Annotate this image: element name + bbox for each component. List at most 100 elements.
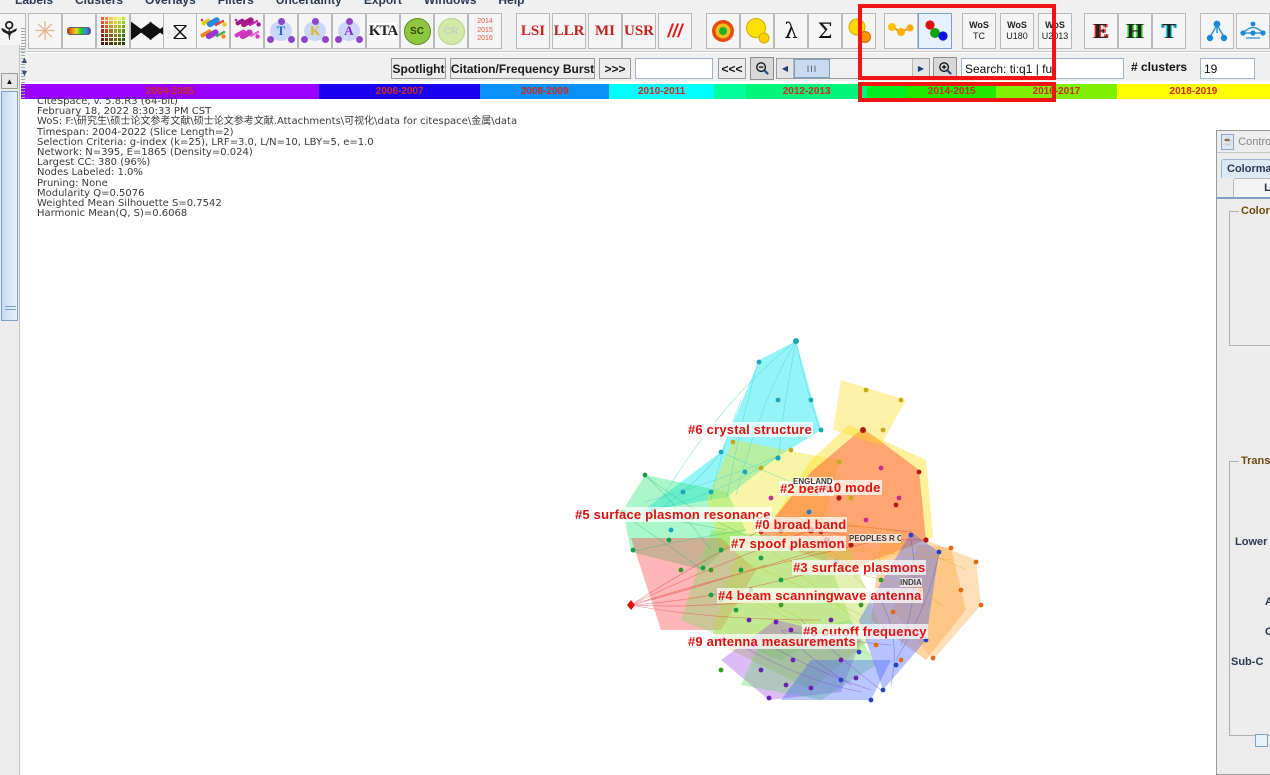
menu-item-windows[interactable]: Windows [413,0,488,8]
timeline-band-label: 2018-2019 [1169,86,1218,97]
spotlight-button[interactable]: Spotlight [391,58,446,79]
left-scrollbar-column[interactable]: ▲ [0,45,20,775]
zoom-out-glyph [755,62,769,75]
timeline-scrollbar[interactable]: ◀ III ▶ [776,58,930,79]
slashes-icon[interactable]: /// [658,13,692,49]
cr-icon[interactable]: CR [434,13,468,49]
scroll-left-arrow[interactable]: ◀ [777,59,794,78]
timeline-band-gap-6[interactable] [867,84,908,99]
pane-collapse-down-icon[interactable]: ▼ [20,68,29,78]
dialog-titlebar[interactable]: ☕ Control Panel [1217,131,1270,153]
forward-button[interactable]: >>> [599,58,631,79]
clusters-count-input[interactable]: 19 [1200,58,1255,79]
years-icon[interactable]: 2014 2015 2016 [468,13,502,49]
cluster-label-3[interactable]: #3 surface plasmons [792,560,927,575]
timeline-band-2014-2015[interactable]: 2014-2015 [907,84,997,99]
timeline-band-2016-2017[interactable]: 2016-2017 [996,84,1117,99]
years-glyph: 2014 2015 2016 [477,17,493,43]
keyword-terms-icon-glyph: K [301,18,329,44]
panel-checkbox[interactable] [1255,734,1268,747]
node-label-india[interactable]: INDIA [900,578,922,587]
cluster-pair-glyph [848,18,871,43]
network-tri-icon[interactable] [1200,13,1234,49]
back-button[interactable]: <<< [718,58,746,79]
menu-item-filters[interactable]: Filters [207,0,265,8]
node-label-england[interactable]: ENGLAND [793,477,833,486]
timeline-band-gap-4[interactable] [713,84,747,99]
scroll-right-arrow[interactable]: ▶ [912,59,929,78]
cluster-label-4[interactable]: #4 beam scanningwave antenna [717,588,923,603]
wos-u180-icon[interactable]: WoS U180 [1000,13,1034,49]
letter-h-icon[interactable]: H [1118,13,1152,49]
sc-icon[interactable]: SC [400,13,434,49]
kta-icon[interactable]: KTA [366,13,400,49]
timeline-band-label: 2010-2011 [637,86,686,97]
cluster-label-5[interactable]: #5 surface plasmon resonance [574,507,772,522]
cluster-label-7[interactable]: #7 spoof plasmon [730,536,846,551]
chain-node-icon[interactable] [884,13,918,49]
zoom-in-icon[interactable] [933,57,957,80]
lsi-icon[interactable]: LSI [516,13,550,49]
letter-h-icon-glyph: H [1126,18,1144,43]
citation-circle-glyph [746,18,770,44]
letter-e-icon[interactable]: E [1084,13,1118,49]
timeline-band-2018-2019[interactable]: 2018-2019 [1116,84,1270,99]
timeline-band-2012-2013[interactable]: 2012-2013 [746,84,868,99]
zoom-out-icon[interactable] [750,57,774,80]
colorgrid-icon[interactable] [96,13,130,49]
transparency-group-title: Transparency [1239,455,1270,467]
cluster-splat-icon[interactable] [196,13,230,49]
colorbar-icon[interactable] [62,13,96,49]
title-terms-icon[interactable]: T [264,13,298,49]
scroll-thumb[interactable]: III [794,59,830,78]
slashes-glyph: /// [667,20,683,41]
timeline-band-label: 2014-2015 [927,86,976,97]
hourglass-outline-icon[interactable]: ⧖ [163,13,197,49]
mi-icon[interactable]: MI [588,13,622,49]
term-input[interactable] [635,58,713,79]
wos-tc-icon[interactable]: WoS TC [962,13,996,49]
menu-item-clusters[interactable]: Clusters [64,0,134,8]
control-panel-dialog[interactable]: ☕ Control Panel Colormap Labels Colors T… [1216,130,1270,775]
wos-u180-icon-glyph: WoS U180 [1006,19,1028,41]
tab-colormap[interactable]: Colormap [1221,159,1270,178]
ring-node-icon[interactable] [706,13,740,49]
menu-item-overlays[interactable]: Overlays [134,0,207,8]
vertical-scroll-thumb[interactable] [1,91,18,321]
llr-icon[interactable]: LLR [552,13,586,49]
cluster-label-6[interactable]: #6 crystal structure [687,422,813,437]
usr-icon[interactable]: USR [622,13,656,49]
menu-item-export[interactable]: Export [353,0,413,8]
node-label-china[interactable]: PEOPLES R CHINA [849,534,901,543]
timeline-band-label: 2016-2017 [1032,86,1081,97]
search-input[interactable]: Search: ti:q1 | fu [961,58,1124,79]
wos-tc-icon-glyph: WoS TC [969,19,989,41]
abstract-terms-icon[interactable]: A [332,13,366,49]
cluster-label-9[interactable]: #9 antenna measurements [687,634,857,649]
menu-item-help[interactable]: Help [487,0,535,8]
timeline-band-2010-2011[interactable]: 2010-2011 [609,84,714,99]
scroll-track[interactable] [830,59,912,78]
lambda-icon[interactable]: λ [774,13,808,49]
network-arc-icon[interactable] [1236,13,1270,49]
scroll-up-arrow[interactable]: ▲ [1,73,18,89]
hourglass-filled-icon[interactable]: ⧓⧓ [130,13,164,49]
pane-collapse-up-icon[interactable]: ▲ [20,55,29,65]
sigma-icon[interactable]: Σ [808,13,842,49]
citation-burst-button[interactable]: Citation/Frequency Burst [450,58,595,79]
colors-group [1229,211,1270,346]
cluster-label-0[interactable]: #0 broad band [754,517,848,532]
letter-t-icon[interactable]: T [1152,13,1186,49]
mi-icon-glyph: MI [595,22,615,39]
rgb-nodes-icon[interactable] [918,13,952,49]
citation-circle-icon[interactable] [740,13,774,49]
starburst-icon[interactable]: ✳ [28,13,62,49]
cluster-pair-icon[interactable] [842,13,876,49]
keyword-terms-icon[interactable]: K [298,13,332,49]
cluster-magenta-icon[interactable] [230,13,264,49]
menu-item-uncertainty[interactable]: Uncertainty [265,0,353,8]
a-label: A [1265,596,1270,608]
wos-u2013-icon[interactable]: WoS U2013 [1038,13,1072,49]
menu-item-labels[interactable]: Labels [4,0,64,8]
tab-labels[interactable]: Labels [1233,178,1270,197]
